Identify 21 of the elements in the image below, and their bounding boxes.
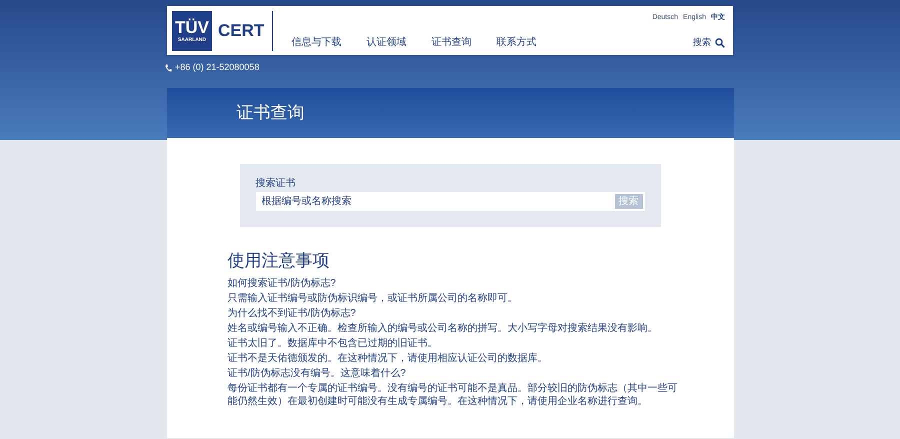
note-paragraph: 如何搜索证书/防伪标志?	[228, 276, 337, 290]
nav-link[interactable]: 信息与下载	[291, 35, 342, 50]
search-link[interactable]: 搜索	[693, 36, 711, 50]
phone-number[interactable]: +86 (0) 21-52080058	[175, 61, 260, 74]
nav-link[interactable]: 认证领域	[366, 35, 406, 50]
note-paragraph: 证书/防伪标志没有编号。这意味着什么?	[228, 366, 407, 380]
note-paragraph: 证书不是天佑德颁发的。在这种情况下，请使用相应认证公司的数据库。	[228, 352, 548, 364]
page-title: 证书查询	[236, 102, 304, 124]
note-paragraph: 姓名或编号输入不正确。检查所输入的编号或公司名称的拼写。大小写字母对搜索结果没有影响。	[228, 322, 658, 334]
note-paragraph: 证书太旧了。数据库中不包含已过期的旧证书。	[228, 336, 438, 350]
note-paragraph: 每份证书都有一个专属的证书编号。没有编号的证书可能不是真品。部分较旧的防伪标志（其中一些可能仍然生效）在最初创建时可能没有生成专属编号。在这种情况下，请使用企业名称进行查询。	[228, 382, 678, 408]
search-field[interactable]: 根据编号或名称搜索	[256, 192, 612, 210]
search-label: 搜索证书	[256, 178, 296, 190]
nav-link[interactable]: 证书查询	[431, 35, 472, 50]
search-icon[interactable]	[715, 38, 725, 48]
logo-text: CERT	[218, 20, 264, 42]
nav-link[interactable]: 联系方式	[496, 35, 536, 50]
note-paragraph: 只需输入证书编号或防伪标识编号，或证书所属公司的名称即可。	[228, 292, 518, 304]
note-paragraph: 为什么找不到证书/防伪标志?	[228, 306, 357, 320]
phone-icon	[165, 64, 172, 72]
notes-heading: 使用注意事项	[228, 250, 330, 270]
